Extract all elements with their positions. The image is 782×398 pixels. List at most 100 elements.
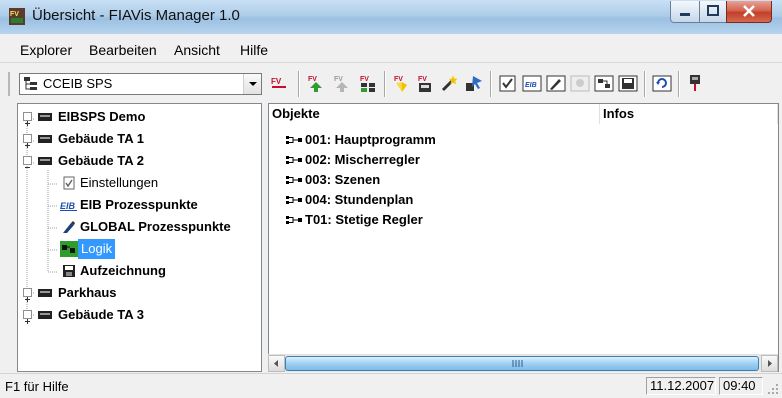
tree-node-gebaeude-ta-3[interactable]: Gebäude TA 3 bbox=[18, 305, 261, 325]
objects-list[interactable]: Objekte Infos 001: Hauptprogramm 002: Mi… bbox=[268, 103, 779, 372]
collapse-minus-icon[interactable] bbox=[23, 156, 32, 168]
pointer-icon[interactable] bbox=[464, 73, 484, 93]
plc-select[interactable]: CCEIB SPS bbox=[19, 73, 262, 95]
maximize-icon bbox=[707, 5, 719, 16]
disk-icon[interactable] bbox=[618, 73, 638, 93]
tree-node-eib-prozesspunkte[interactable]: EIB EIB Prozesspunkte bbox=[18, 195, 261, 215]
plc-device-icon bbox=[38, 311, 52, 319]
logic-connector-icon bbox=[286, 156, 302, 164]
close-icon bbox=[743, 5, 755, 17]
expand-plus-icon[interactable] bbox=[23, 134, 32, 148]
title-bar[interactable]: FV Übersicht - FIAVis Manager 1.0 bbox=[0, 0, 782, 34]
svg-text:FV: FV bbox=[334, 76, 343, 83]
toolbar-separator bbox=[490, 71, 492, 97]
tree-node-label: Parkhaus bbox=[58, 285, 117, 300]
column-header-objekte[interactable]: Objekte bbox=[269, 104, 600, 124]
tree-node-label: Gebäude TA 1 bbox=[58, 131, 144, 146]
toolbar-grip[interactable] bbox=[8, 72, 12, 96]
fv-pen-icon[interactable]: FV bbox=[416, 73, 436, 93]
column-header-infos[interactable]: Infos bbox=[600, 104, 778, 124]
expand-plus-icon[interactable] bbox=[23, 288, 32, 302]
tree-node-global-prozesspunkte[interactable]: GLOBAL Prozesspunkte bbox=[18, 217, 261, 237]
toolbar: CCEIB SPS FV FV FV FV FV FV EIB bbox=[0, 63, 782, 103]
wand-icon[interactable] bbox=[440, 73, 460, 93]
fv-icon[interactable]: FV bbox=[270, 73, 290, 93]
svg-text:EIB: EIB bbox=[60, 201, 76, 211]
tree-node-label: GLOBAL Prozesspunkte bbox=[80, 219, 231, 234]
scroll-right-button[interactable] bbox=[761, 355, 778, 372]
tree-node-label: EIB Prozesspunkte bbox=[80, 197, 198, 212]
menu-hilfe[interactable]: Hilfe bbox=[240, 42, 268, 58]
toolbar-separator bbox=[298, 71, 300, 97]
tree-node-eibsps-demo[interactable]: EIBSPS Demo bbox=[18, 107, 261, 127]
menu-bar: Explorer Bearbeiten Ansicht Hilfe bbox=[0, 34, 782, 63]
expand-plus-icon[interactable] bbox=[23, 112, 32, 126]
status-bar: F1 für Hilfe 11.12.2007 09:40 bbox=[0, 373, 782, 398]
status-date: 11.12.2007 bbox=[646, 377, 716, 395]
tree-node-label: Gebäude TA 3 bbox=[58, 307, 144, 322]
scroll-left-button[interactable] bbox=[268, 355, 285, 372]
plc-device-icon bbox=[38, 135, 52, 143]
list-item-label: 001: Hauptprogramm bbox=[305, 132, 436, 147]
fv-grid-icon[interactable]: FV bbox=[358, 73, 378, 93]
disabled-icon[interactable] bbox=[570, 73, 590, 93]
svg-text:FV: FV bbox=[418, 76, 427, 83]
plc-select-value: CCEIB SPS bbox=[43, 76, 113, 91]
tree-node-label: Gebäude TA 2 bbox=[58, 153, 144, 168]
scrollbar-thumb[interactable] bbox=[285, 356, 759, 371]
tree-node-einstellungen[interactable]: Einstellungen bbox=[18, 173, 261, 193]
disk-icon bbox=[63, 265, 75, 277]
tree-node-icon bbox=[24, 77, 37, 90]
menu-explorer[interactable]: Explorer bbox=[20, 42, 72, 58]
logic-block-icon[interactable] bbox=[594, 73, 614, 93]
plc-device-icon bbox=[38, 113, 52, 121]
logic-connector-icon bbox=[286, 216, 302, 224]
combo-dropdown-button[interactable] bbox=[243, 74, 261, 94]
plc-device-icon bbox=[38, 157, 52, 165]
fv-yellow-icon[interactable]: FV bbox=[392, 73, 412, 93]
pen-square-icon[interactable] bbox=[546, 73, 566, 93]
horizontal-scrollbar[interactable] bbox=[268, 354, 778, 372]
tree-node-label: EIBSPS Demo bbox=[58, 109, 146, 124]
grip-icon bbox=[512, 360, 523, 367]
maximize-button[interactable] bbox=[699, 1, 727, 23]
menu-ansicht[interactable]: Ansicht bbox=[174, 42, 220, 58]
svg-text:FV: FV bbox=[360, 76, 369, 83]
toolbar-separator bbox=[384, 71, 386, 97]
tree-node-gebaeude-ta-1[interactable]: Gebäude TA 1 bbox=[18, 129, 261, 149]
settings-checklist-icon bbox=[63, 176, 75, 190]
logic-icon bbox=[60, 241, 78, 257]
checkbox-icon[interactable] bbox=[498, 73, 518, 93]
svg-text:FV: FV bbox=[271, 77, 282, 86]
logic-connector-icon bbox=[286, 196, 302, 204]
status-help-text: F1 für Hilfe bbox=[5, 379, 69, 394]
toolbar-separator bbox=[678, 71, 680, 97]
eib-icon[interactable]: EIB bbox=[522, 73, 542, 93]
tree-node-parkhaus[interactable]: Parkhaus bbox=[18, 283, 261, 303]
expand-plus-icon[interactable] bbox=[23, 310, 32, 324]
minimize-icon bbox=[680, 13, 690, 16]
minimize-button[interactable] bbox=[670, 1, 700, 23]
refresh-icon[interactable] bbox=[652, 73, 672, 93]
fiavis-app-icon: FV bbox=[9, 8, 25, 25]
window-title: Übersicht - FIAVis Manager 1.0 bbox=[32, 7, 240, 24]
chevron-right-icon bbox=[768, 360, 772, 367]
explorer-tree[interactable]: EIBSPS Demo Gebäude TA 1 Gebäude TA 2 Ei… bbox=[17, 103, 262, 372]
svg-text:EIB: EIB bbox=[525, 82, 537, 89]
resize-grip-icon[interactable] bbox=[767, 383, 780, 396]
fv-gray-arrow-icon[interactable]: FV bbox=[332, 73, 352, 93]
tree-node-gebaeude-ta-2[interactable]: Gebäude TA 2 bbox=[18, 151, 261, 171]
list-item-label: T01: Stetige Regler bbox=[305, 212, 423, 227]
status-time: 09:40 bbox=[719, 377, 763, 395]
svg-text:FV: FV bbox=[10, 11, 19, 18]
list-item-label: 003: Szenen bbox=[305, 172, 381, 187]
tree-node-aufzeichnung[interactable]: Aufzeichnung bbox=[18, 261, 261, 281]
menu-bearbeiten[interactable]: Bearbeiten bbox=[89, 42, 157, 58]
fv-green-arrow-icon[interactable]: FV bbox=[306, 73, 326, 93]
chevron-down-icon bbox=[249, 82, 257, 86]
logic-connector-icon bbox=[286, 176, 302, 184]
list-item-label: 002: Mischerregler bbox=[305, 152, 420, 167]
plug-icon[interactable] bbox=[686, 73, 706, 93]
close-button[interactable] bbox=[726, 1, 772, 23]
tree-node-logik[interactable]: Logik bbox=[18, 239, 261, 259]
